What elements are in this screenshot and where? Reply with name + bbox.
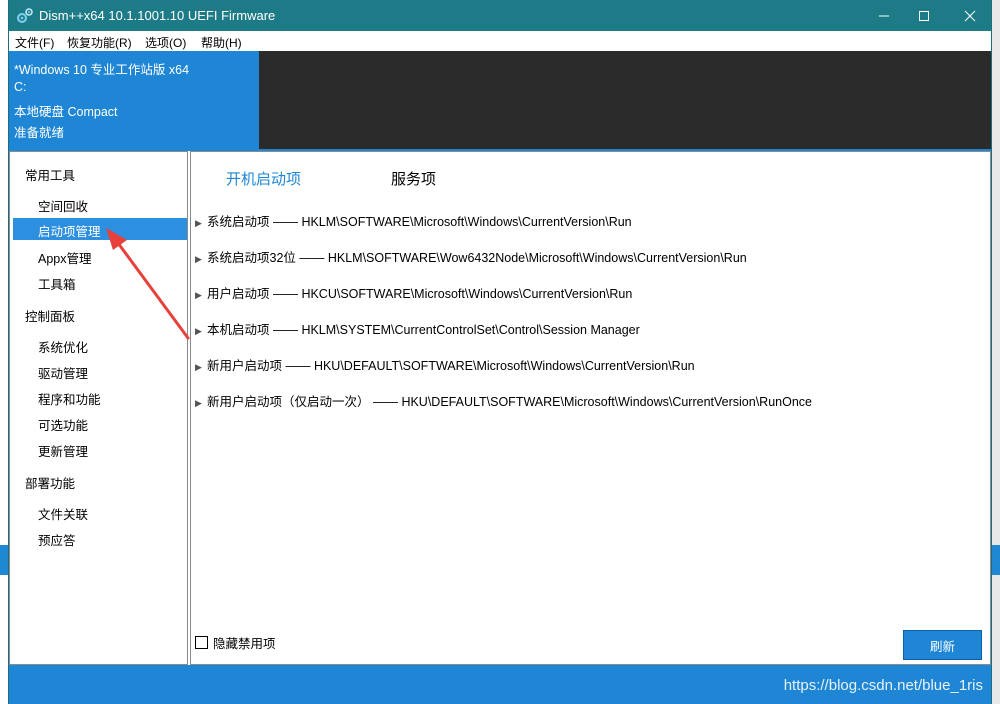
close-button[interactable] bbox=[947, 0, 993, 31]
chevron-right-icon: ▶ bbox=[195, 326, 202, 336]
maximize-icon bbox=[919, 10, 929, 21]
list-item-label: 新用户启动项（仅启动一次） —— HKU\DEFAULT\SOFTWARE\Mi… bbox=[207, 395, 812, 409]
menu-options[interactable]: 选项(O) bbox=[145, 34, 186, 51]
watermark: https://blog.csdn.net/blue_1ris bbox=[783, 677, 983, 694]
sidebar-item-drivers[interactable]: 驱动管理 bbox=[38, 363, 88, 382]
sidebar-item-toolbox[interactable]: 工具箱 bbox=[38, 274, 76, 293]
list-item[interactable]: ▶ 系统启动项32位 —— HKLM\SOFTWARE\Wow6432Node\M… bbox=[195, 247, 747, 266]
minimize-icon bbox=[879, 15, 889, 16]
sidebar-item-file-association[interactable]: 文件关联 bbox=[38, 504, 88, 523]
sidebar-item-label: 启动项管理 bbox=[38, 225, 101, 239]
list-item[interactable]: ▶ 新用户启动项（仅启动一次） —— HKU\DEFAULT\SOFTWARE\M… bbox=[195, 391, 812, 410]
sidebar-item-space-cleanup[interactable]: 空间回收 bbox=[38, 196, 88, 215]
tab-startup-items[interactable]: 开机启动项 bbox=[226, 168, 301, 189]
sidebar-item-programs[interactable]: 程序和功能 bbox=[38, 389, 101, 408]
close-icon bbox=[964, 10, 976, 21]
system-info-panel[interactable]: *Windows 10 专业工作站版 x64 C: 本地硬盘 Compact 准… bbox=[9, 51, 259, 149]
gear-icon bbox=[17, 8, 33, 23]
title-bar[interactable]: Dism++x64 10.1.1001.10 UEFI Firmware bbox=[9, 0, 991, 31]
list-item[interactable]: ▶ 用户启动项 —— HKCU\SOFTWARE\Microsoft\Window… bbox=[195, 283, 632, 302]
sidebar-item-updates[interactable]: 更新管理 bbox=[38, 441, 88, 460]
menu-recovery[interactable]: 恢复功能(R) bbox=[67, 34, 132, 51]
chevron-right-icon: ▶ bbox=[195, 254, 202, 264]
sidebar: 常用工具 空间回收 启动项管理 Appx管理 工具箱 控制面板 系统优化 驱动管… bbox=[9, 151, 188, 665]
sidebar-item-appx[interactable]: Appx管理 bbox=[38, 248, 92, 267]
sidebar-category-deployment: 部署功能 bbox=[25, 477, 76, 491]
sidebar-category-common-tools: 常用工具 bbox=[25, 169, 76, 183]
list-item-label: 本机启动项 —— HKLM\SYSTEM\CurrentControlSet\C… bbox=[207, 323, 640, 337]
menu-bar: 文件(F) 恢复功能(R) 选项(O) 帮助(H) bbox=[9, 31, 991, 51]
list-item-label: 用户启动项 —— HKCU\SOFTWARE\Microsoft\Windows… bbox=[207, 287, 633, 301]
list-item[interactable]: ▶ 系统启动项 —— HKLM\SOFTWARE\Microsoft\Window… bbox=[195, 211, 632, 230]
session-area bbox=[259, 51, 991, 149]
list-item-label: 系统启动项32位 —— HKLM\SOFTWARE\Wow6432Node\Mi… bbox=[207, 251, 747, 265]
menu-file[interactable]: 文件(F) bbox=[15, 34, 54, 51]
maximize-button[interactable] bbox=[901, 0, 947, 31]
sidebar-category-control-panel: 控制面板 bbox=[25, 310, 76, 324]
chevron-right-icon: ▶ bbox=[195, 290, 202, 300]
sidebar-item-unattend[interactable]: 预应答 bbox=[38, 530, 76, 549]
refresh-button[interactable]: 刷新 bbox=[903, 630, 982, 660]
disk-info: 本地硬盘 Compact bbox=[14, 105, 118, 119]
background-window-strip bbox=[0, 545, 8, 575]
main-window: Dism++x64 10.1.1001.10 UEFI Firmware 文件(… bbox=[8, 0, 992, 704]
list-item[interactable]: ▶ 本机启动项 —— HKLM\SYSTEM\CurrentControlSet\… bbox=[195, 319, 640, 338]
window-title: Dism++x64 10.1.1001.10 UEFI Firmware bbox=[39, 8, 276, 23]
background-window-edge bbox=[992, 0, 1000, 704]
content-panel: 开机启动项 服务项 ▶ 系统启动项 —— HKLM\SOFTWARE\Micros… bbox=[190, 151, 991, 665]
hide-disabled-checkbox[interactable] bbox=[195, 636, 208, 649]
status-text: 准备就绪 bbox=[14, 126, 65, 140]
list-item[interactable]: ▶ 新用户启动项 —— HKU\DEFAULT\SOFTWARE\Microsof… bbox=[195, 355, 695, 374]
chevron-right-icon: ▶ bbox=[195, 398, 202, 408]
hide-disabled-label: 隐藏禁用项 bbox=[213, 637, 276, 651]
sidebar-item-system-optimize[interactable]: 系统优化 bbox=[38, 337, 88, 356]
drive-letter: C: bbox=[14, 80, 27, 94]
tab-services[interactable]: 服务项 bbox=[391, 168, 436, 189]
hide-disabled-toggle[interactable]: 隐藏禁用项 bbox=[195, 633, 276, 652]
status-bar: https://blog.csdn.net/blue_1ris bbox=[9, 665, 991, 704]
chevron-right-icon: ▶ bbox=[195, 218, 202, 228]
sidebar-item-startup-manager[interactable]: 启动项管理 bbox=[13, 218, 187, 240]
list-item-label: 新用户启动项 —— HKU\DEFAULT\SOFTWARE\Microsoft… bbox=[207, 359, 695, 373]
sidebar-item-optional-features[interactable]: 可选功能 bbox=[38, 415, 88, 434]
list-item-label: 系统启动项 —— HKLM\SOFTWARE\Microsoft\Windows… bbox=[207, 215, 632, 229]
os-name: *Windows 10 专业工作站版 x64 bbox=[14, 63, 190, 77]
chevron-right-icon: ▶ bbox=[195, 362, 202, 372]
menu-help[interactable]: 帮助(H) bbox=[201, 34, 242, 51]
